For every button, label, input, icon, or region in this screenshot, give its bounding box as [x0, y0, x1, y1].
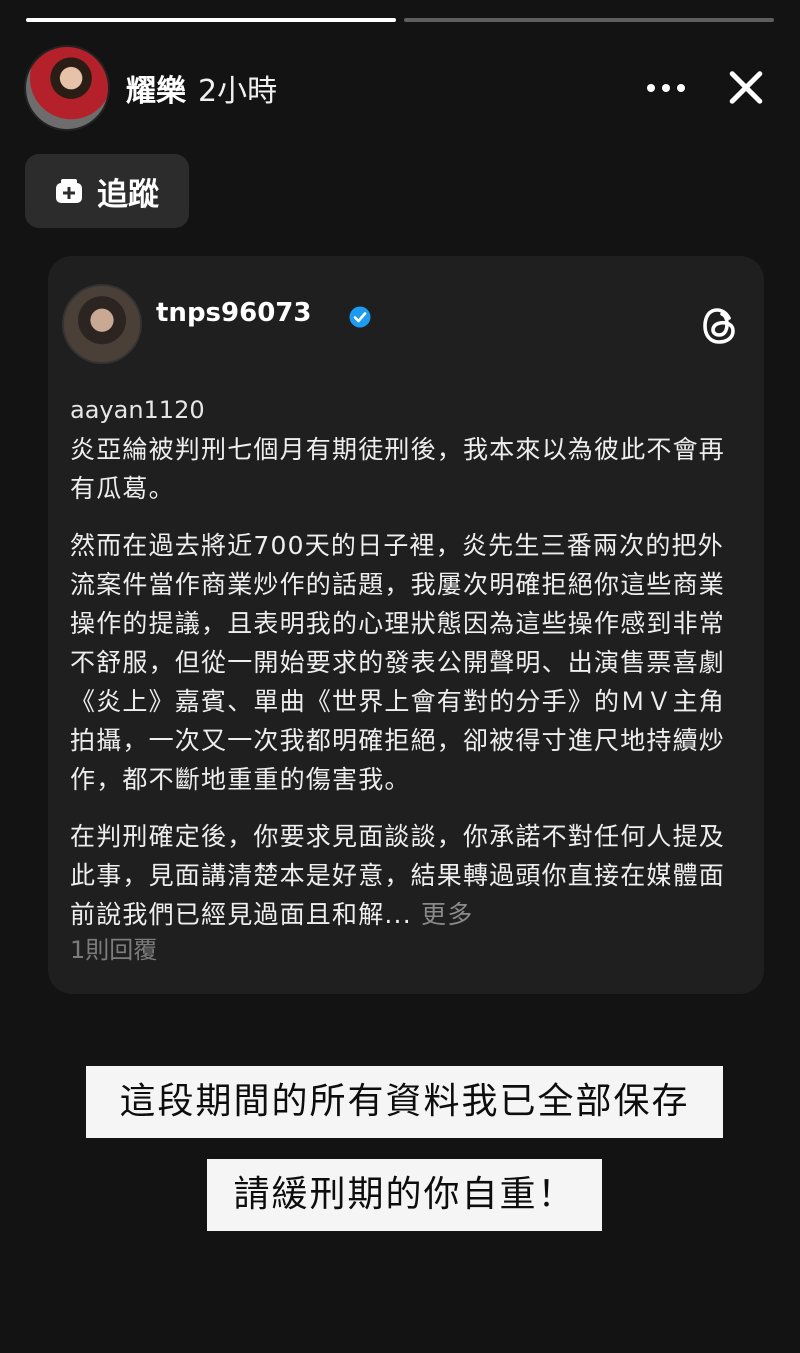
threads-logo-icon[interactable]	[700, 304, 740, 348]
post-author-avatar[interactable]	[62, 284, 142, 364]
close-button[interactable]	[716, 58, 776, 118]
post-author-handle[interactable]: tnps96073	[156, 298, 311, 328]
user-avatar[interactable]	[24, 45, 110, 131]
reply-count[interactable]: 1則回覆	[70, 930, 157, 965]
text-sticker: 這段期間的所有資料我已全部保存	[86, 1066, 723, 1138]
more-dot-icon	[662, 84, 670, 92]
reply-username[interactable]: aayan1120	[70, 396, 205, 424]
more-dot-icon	[647, 84, 655, 92]
text-sticker: 請緩刑期的你自重！	[207, 1159, 602, 1231]
more-dot-icon	[677, 84, 685, 92]
story-progress	[26, 18, 774, 22]
shared-post-card[interactable]: tnps96073 aayan1120 炎亞綸被判刑七個月有期徒刑後，我本來以為…	[48, 256, 764, 994]
progress-segment-2	[404, 18, 774, 22]
story-header: 耀樂 2小時	[24, 44, 776, 132]
progress-segment-1	[26, 18, 396, 22]
verified-badge-icon	[349, 306, 371, 328]
post-paragraph: 在判刑確定後，你要求見面談談，你承諾不對任何人提及此事，見面講清楚本是好意，結果…	[70, 817, 744, 934]
follow-label: 追蹤	[97, 176, 159, 213]
post-body: 炎亞綸被判刑七個月有期徒刑後，我本來以為彼此不會再有瓜葛。 然而在過去將近700…	[70, 430, 744, 952]
time-ago: 2小時	[198, 74, 278, 109]
progress-fill-1	[26, 18, 396, 22]
more-options-button[interactable]	[634, 58, 698, 118]
user-name[interactable]: 耀樂	[126, 66, 186, 110]
post-paragraph-text: 在判刑確定後，你要求見面談談，你承諾不對任何人提及此事，見面講清楚本是好意，結果…	[70, 822, 726, 929]
post-paragraph: 然而在過去將近700天的日子裡，炎先生三番兩次的把外流案件當作商業炒作的話題，我…	[70, 531, 726, 794]
more-link[interactable]: 更多	[421, 900, 473, 929]
add-friend-icon	[56, 179, 82, 203]
post-paragraph: 炎亞綸被判刑七個月有期徒刑後，我本來以為彼此不會再有瓜葛。	[70, 435, 726, 503]
follow-button[interactable]: 追蹤	[25, 154, 189, 228]
